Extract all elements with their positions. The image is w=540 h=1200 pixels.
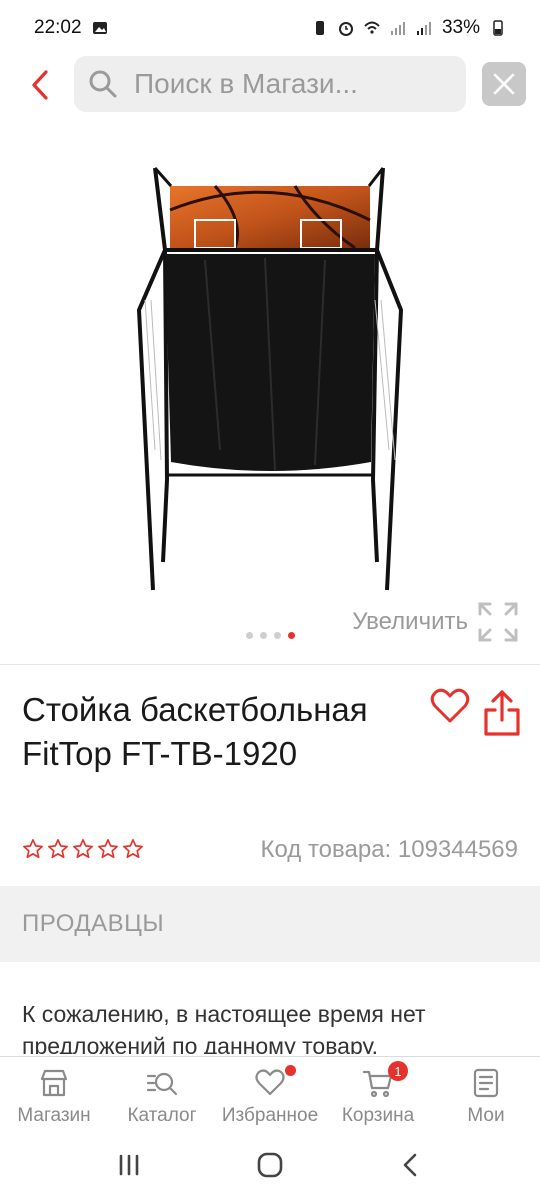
no-offers-message: К сожалению, в настоящее время нет предл… (22, 1001, 426, 1054)
search-placeholder: Поиск в Магази... (134, 68, 358, 99)
store-icon (40, 1069, 68, 1097)
star-icon (98, 839, 118, 859)
battery-percent: 33% (441, 17, 480, 38)
back-arrow-icon[interactable] (26, 68, 56, 102)
gallery-pagination (0, 632, 540, 639)
gallery-dot-active[interactable] (287, 632, 295, 639)
cart-badge: 1 (388, 1061, 408, 1081)
battery-icon (493, 20, 503, 36)
wifi-icon (364, 21, 380, 34)
battery-saver-icon (315, 21, 324, 35)
status-left: 22:02 (34, 17, 108, 39)
star-icon (23, 839, 43, 859)
gallery-notification-icon (92, 22, 107, 34)
search-icon (89, 70, 117, 98)
sellers-heading: ПРОДАВЦЫ (22, 910, 165, 937)
gallery-dot[interactable] (245, 632, 253, 639)
recent-apps-icon[interactable] (116, 1152, 142, 1178)
home-icon[interactable] (255, 1150, 285, 1180)
share-icon[interactable] (482, 688, 522, 738)
status-time: 22:02 (34, 17, 82, 38)
nav-item-favorites[interactable]: Избранное (216, 1057, 324, 1130)
bottom-navigation: Магазин Каталог Избранное 1 Корзина Мои (0, 1056, 540, 1130)
status-bar: 22:02 33% (0, 0, 540, 56)
nav-item-store[interactable]: Магазин (0, 1057, 108, 1130)
nav-label: Корзина (341, 1105, 415, 1126)
close-button[interactable] (482, 62, 526, 106)
product-title: Стойка баскетбольная FitTop FT-TB-1920 (22, 691, 368, 772)
favorite-heart-icon[interactable] (430, 688, 470, 724)
search-input[interactable]: Поиск в Магази... (74, 56, 466, 112)
close-icon (493, 73, 515, 95)
sellers-section-header: ПРОДАВЦЫ (0, 886, 540, 962)
heart-icon (255, 1069, 285, 1096)
alarm-icon (338, 22, 353, 36)
system-navigation-bar (0, 1130, 540, 1200)
gallery-dot[interactable] (259, 632, 267, 639)
product-image[interactable] (125, 150, 415, 600)
nav-label: Каталог (127, 1105, 197, 1126)
nav-label: Мои (467, 1105, 505, 1126)
catalog-search-icon (146, 1072, 178, 1096)
favorites-indicator-dot (285, 1065, 296, 1076)
search-header: Поиск в Магази... (0, 56, 540, 116)
nav-item-catalog[interactable]: Каталог (108, 1057, 216, 1130)
orders-icon (473, 1068, 499, 1098)
signal-icon (390, 22, 405, 35)
status-right: 33% (312, 17, 506, 39)
gallery-dot[interactable] (273, 632, 281, 639)
star-icon (73, 839, 93, 859)
star-icon (48, 839, 68, 859)
system-back-icon[interactable] (398, 1152, 424, 1178)
product-sku: Код товара: 109344569 (260, 836, 518, 863)
divider (0, 664, 540, 665)
nav-item-my[interactable]: Мои (432, 1057, 540, 1130)
nav-label: Магазин (17, 1105, 91, 1126)
signal-icon-2 (416, 22, 431, 35)
star-icon (123, 839, 143, 859)
nav-label: Избранное (221, 1105, 319, 1126)
rating-stars (22, 838, 144, 860)
nav-item-cart[interactable]: 1 Корзина (324, 1057, 432, 1130)
